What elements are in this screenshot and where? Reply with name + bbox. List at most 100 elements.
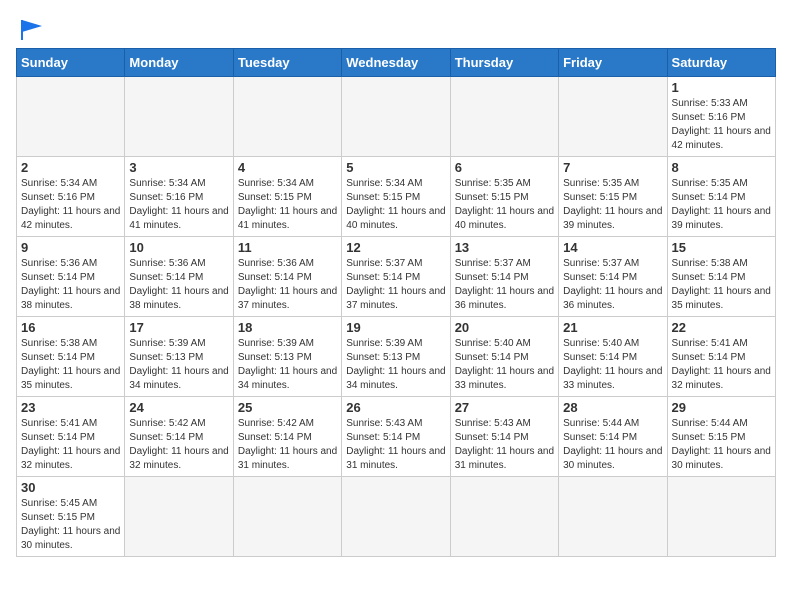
day-info: Sunrise: 5:36 AMSunset: 5:14 PMDaylight:… [238, 257, 337, 313]
day-number: 1 [672, 80, 771, 95]
day-number: 10 [129, 240, 228, 255]
calendar-cell: 27 Sunrise: 5:43 AMSunset: 5:14 PMDayligh… [450, 397, 558, 477]
day-info: Sunrise: 5:37 AMSunset: 5:14 PMDaylight:… [346, 257, 445, 313]
day-number: 3 [129, 160, 228, 175]
calendar-cell: 24 Sunrise: 5:42 AMSunset: 5:14 PMDayligh… [125, 397, 233, 477]
calendar-cell: 29 Sunrise: 5:44 AMSunset: 5:15 PMDayligh… [667, 397, 775, 477]
day-info: Sunrise: 5:39 AMSunset: 5:13 PMDaylight:… [129, 337, 228, 393]
day-info: Sunrise: 5:36 AMSunset: 5:14 PMDaylight:… [129, 257, 228, 313]
calendar-cell: 2Sunrise: 5:34 AMSunset: 5:16 PMDaylight… [17, 157, 125, 237]
calendar-cell: 21 Sunrise: 5:40 AMSunset: 5:14 PMDayligh… [559, 317, 667, 397]
col-header-thursday: Thursday [450, 49, 558, 77]
col-header-wednesday: Wednesday [342, 49, 450, 77]
day-number: 8 [672, 160, 771, 175]
day-number: 5 [346, 160, 445, 175]
calendar-cell: 12 Sunrise: 5:37 AMSunset: 5:14 PMDayligh… [342, 237, 450, 317]
day-number: 28 [563, 400, 662, 415]
calendar-cell [450, 77, 558, 157]
calendar-cell: 18 Sunrise: 5:39 AMSunset: 5:13 PMDayligh… [233, 317, 341, 397]
calendar-cell [125, 477, 233, 557]
day-info: Sunrise: 5:41 AMSunset: 5:14 PMDaylight:… [21, 417, 120, 473]
calendar-cell: 1 Sunrise: 5:33 AMSunset: 5:16 PMDaylight… [667, 77, 775, 157]
day-info: Sunrise: 5:45 AMSunset: 5:15 PMDaylight:… [21, 497, 120, 553]
day-info: Sunrise: 5:44 AMSunset: 5:15 PMDaylight:… [672, 417, 771, 473]
day-number: 16 [21, 320, 120, 335]
calendar-cell: 17Sunrise: 5:39 AMSunset: 5:13 PMDayligh… [125, 317, 233, 397]
day-info: Sunrise: 5:38 AMSunset: 5:14 PMDaylight:… [21, 337, 120, 393]
calendar-cell: 23 Sunrise: 5:41 AMSunset: 5:14 PMDayligh… [17, 397, 125, 477]
day-number: 2 [21, 160, 120, 175]
day-number: 27 [455, 400, 554, 415]
calendar-cell: 15 Sunrise: 5:38 AMSunset: 5:14 PMDayligh… [667, 237, 775, 317]
calendar-cell: 4 Sunrise: 5:34 AMSunset: 5:15 PMDaylight… [233, 157, 341, 237]
calendar-cell: 6 Sunrise: 5:35 AMSunset: 5:15 PMDaylight… [450, 157, 558, 237]
calendar-cell: 26 Sunrise: 5:43 AMSunset: 5:14 PMDayligh… [342, 397, 450, 477]
day-info: Sunrise: 5:35 AMSunset: 5:14 PMDaylight:… [672, 177, 771, 233]
calendar-cell [342, 77, 450, 157]
calendar-table: SundayMondayTuesdayWednesdayThursdayFrid… [16, 48, 776, 557]
day-number: 21 [563, 320, 662, 335]
col-header-tuesday: Tuesday [233, 49, 341, 77]
day-number: 9 [21, 240, 120, 255]
calendar-cell [342, 477, 450, 557]
day-number: 6 [455, 160, 554, 175]
day-info: Sunrise: 5:38 AMSunset: 5:14 PMDaylight:… [672, 257, 771, 313]
day-info: Sunrise: 5:34 AMSunset: 5:16 PMDaylight:… [129, 177, 228, 233]
calendar-cell [17, 77, 125, 157]
calendar-cell [233, 77, 341, 157]
day-info: Sunrise: 5:34 AMSunset: 5:15 PMDaylight:… [238, 177, 337, 233]
day-number: 11 [238, 240, 337, 255]
calendar-cell [559, 77, 667, 157]
day-info: Sunrise: 5:35 AMSunset: 5:15 PMDaylight:… [563, 177, 662, 233]
day-info: Sunrise: 5:33 AMSunset: 5:16 PMDaylight:… [672, 97, 771, 153]
day-info: Sunrise: 5:43 AMSunset: 5:14 PMDaylight:… [455, 417, 554, 473]
calendar-cell: 22 Sunrise: 5:41 AMSunset: 5:14 PMDayligh… [667, 317, 775, 397]
day-number: 19 [346, 320, 445, 335]
day-info: Sunrise: 5:37 AMSunset: 5:14 PMDaylight:… [563, 257, 662, 313]
day-info: Sunrise: 5:43 AMSunset: 5:14 PMDaylight:… [346, 417, 445, 473]
day-info: Sunrise: 5:37 AMSunset: 5:14 PMDaylight:… [455, 257, 554, 313]
day-info: Sunrise: 5:35 AMSunset: 5:15 PMDaylight:… [455, 177, 554, 233]
day-info: Sunrise: 5:41 AMSunset: 5:14 PMDaylight:… [672, 337, 771, 393]
day-number: 24 [129, 400, 228, 415]
day-number: 26 [346, 400, 445, 415]
calendar-cell: 10 Sunrise: 5:36 AMSunset: 5:14 PMDayligh… [125, 237, 233, 317]
calendar-cell [125, 77, 233, 157]
day-info: Sunrise: 5:34 AMSunset: 5:15 PMDaylight:… [346, 177, 445, 233]
day-number: 14 [563, 240, 662, 255]
calendar-cell: 9Sunrise: 5:36 AMSunset: 5:14 PMDaylight… [17, 237, 125, 317]
calendar-week-row: 16 Sunrise: 5:38 AMSunset: 5:14 PMDayligh… [17, 317, 776, 397]
calendar-cell: 13Sunrise: 5:37 AMSunset: 5:14 PMDayligh… [450, 237, 558, 317]
day-number: 23 [21, 400, 120, 415]
calendar-cell: 7 Sunrise: 5:35 AMSunset: 5:15 PMDaylight… [559, 157, 667, 237]
day-info: Sunrise: 5:42 AMSunset: 5:14 PMDaylight:… [238, 417, 337, 473]
calendar-cell [667, 477, 775, 557]
day-info: Sunrise: 5:39 AMSunset: 5:13 PMDaylight:… [238, 337, 337, 393]
day-number: 7 [563, 160, 662, 175]
day-info: Sunrise: 5:44 AMSunset: 5:14 PMDaylight:… [563, 417, 662, 473]
day-info: Sunrise: 5:40 AMSunset: 5:14 PMDaylight:… [563, 337, 662, 393]
day-number: 20 [455, 320, 554, 335]
calendar-week-row: 30Sunrise: 5:45 AMSunset: 5:15 PMDayligh… [17, 477, 776, 557]
day-number: 18 [238, 320, 337, 335]
day-number: 12 [346, 240, 445, 255]
day-info: Sunrise: 5:42 AMSunset: 5:14 PMDaylight:… [129, 417, 228, 473]
calendar-header-row: SundayMondayTuesdayWednesdayThursdayFrid… [17, 49, 776, 77]
col-header-saturday: Saturday [667, 49, 775, 77]
calendar-cell: 5 Sunrise: 5:34 AMSunset: 5:15 PMDaylight… [342, 157, 450, 237]
calendar-cell: 16 Sunrise: 5:38 AMSunset: 5:14 PMDayligh… [17, 317, 125, 397]
calendar-cell: 19 Sunrise: 5:39 AMSunset: 5:13 PMDayligh… [342, 317, 450, 397]
day-number: 29 [672, 400, 771, 415]
day-number: 15 [672, 240, 771, 255]
calendar-cell [233, 477, 341, 557]
calendar-week-row: 1 Sunrise: 5:33 AMSunset: 5:16 PMDaylight… [17, 77, 776, 157]
day-number: 22 [672, 320, 771, 335]
calendar-cell: 8 Sunrise: 5:35 AMSunset: 5:14 PMDaylight… [667, 157, 775, 237]
col-header-sunday: Sunday [17, 49, 125, 77]
col-header-monday: Monday [125, 49, 233, 77]
day-info: Sunrise: 5:39 AMSunset: 5:13 PMDaylight:… [346, 337, 445, 393]
day-number: 4 [238, 160, 337, 175]
calendar-cell: 25Sunrise: 5:42 AMSunset: 5:14 PMDayligh… [233, 397, 341, 477]
logo [16, 16, 46, 44]
calendar-cell: 3 Sunrise: 5:34 AMSunset: 5:16 PMDaylight… [125, 157, 233, 237]
